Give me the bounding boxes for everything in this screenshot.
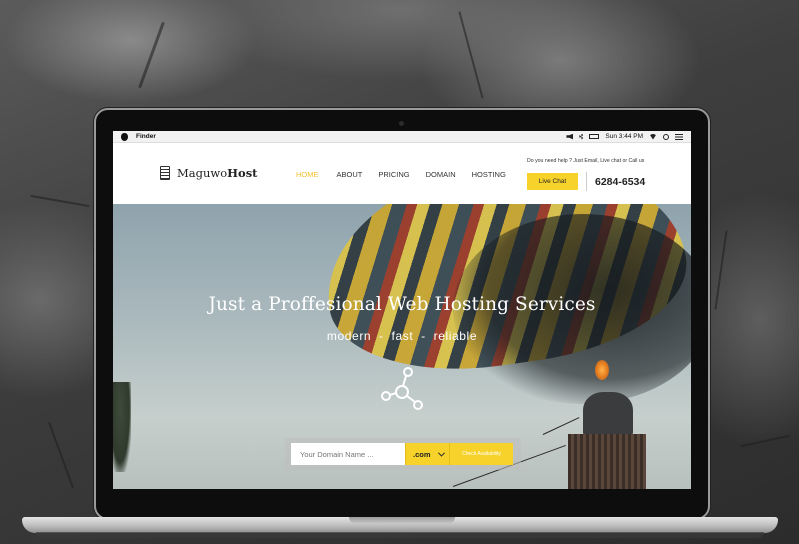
search-icon[interactable] xyxy=(663,133,669,140)
wifi-icon[interactable] xyxy=(649,133,657,140)
header-divider xyxy=(586,172,587,191)
menubar-status: Sun 3:44 PM xyxy=(566,133,683,140)
nav-pricing[interactable]: PRICING xyxy=(378,170,409,179)
balloon-rope xyxy=(542,417,580,435)
laptop-notch xyxy=(349,517,455,524)
nav-hosting[interactable]: HOSTING xyxy=(472,170,506,179)
tld-selected-value: .com xyxy=(413,449,431,459)
mac-menu-bar: Finder Sun 3:44 PM xyxy=(113,131,691,143)
main-nav: HOME ABOUT PRICING DOMAIN HOSTING xyxy=(296,170,506,179)
phone-number[interactable]: 6284-6534 xyxy=(595,176,645,188)
help-text: Do you need help ? Just Email, Live chat… xyxy=(527,158,645,164)
hero-title: Just a Proffesional Web Hosting Services xyxy=(208,294,596,315)
hero-section: Just a Proffesional Web Hosting Services… xyxy=(113,204,691,489)
laptop-shadow xyxy=(36,532,764,538)
network-icon xyxy=(381,367,423,410)
check-availability-button[interactable]: Check Availability xyxy=(449,443,513,465)
camera-icon xyxy=(399,121,404,126)
list-icon[interactable] xyxy=(675,133,683,140)
battery-icon[interactable] xyxy=(589,134,600,139)
tld-select[interactable]: .com xyxy=(405,443,449,465)
server-icon xyxy=(160,166,170,180)
chevron-down-icon xyxy=(437,449,446,457)
apple-icon[interactable] xyxy=(121,132,128,141)
site-logo[interactable]: MaguwoHost xyxy=(160,166,258,180)
balloon-passengers xyxy=(583,392,633,437)
menubar-app-name[interactable]: Finder xyxy=(136,133,156,140)
live-chat-button[interactable]: Live Chat xyxy=(527,173,578,190)
nav-domain[interactable]: DOMAIN xyxy=(426,170,456,179)
volume-icon[interactable] xyxy=(566,133,574,140)
tree-silhouette xyxy=(113,382,131,472)
domain-search-input[interactable] xyxy=(291,443,405,465)
logo-text: MaguwoHost xyxy=(177,166,258,180)
site-header: MaguwoHost HOME ABOUT PRICING DOMAIN HOS… xyxy=(113,143,691,203)
balloon-basket xyxy=(568,434,646,489)
hero-subtitle: modern - fast - reliable xyxy=(326,329,478,343)
laptop-screen: Finder Sun 3:44 PM MaguwoHost HOME ABOUT… xyxy=(113,131,691,489)
nav-home[interactable]: HOME xyxy=(296,170,319,179)
burner-flame xyxy=(595,360,609,380)
menubar-clock[interactable]: Sun 3:44 PM xyxy=(605,133,643,140)
domain-search-bar: .com Check Availability xyxy=(285,438,521,470)
bluetooth-icon[interactable] xyxy=(579,133,584,140)
nav-about[interactable]: ABOUT xyxy=(337,170,363,179)
